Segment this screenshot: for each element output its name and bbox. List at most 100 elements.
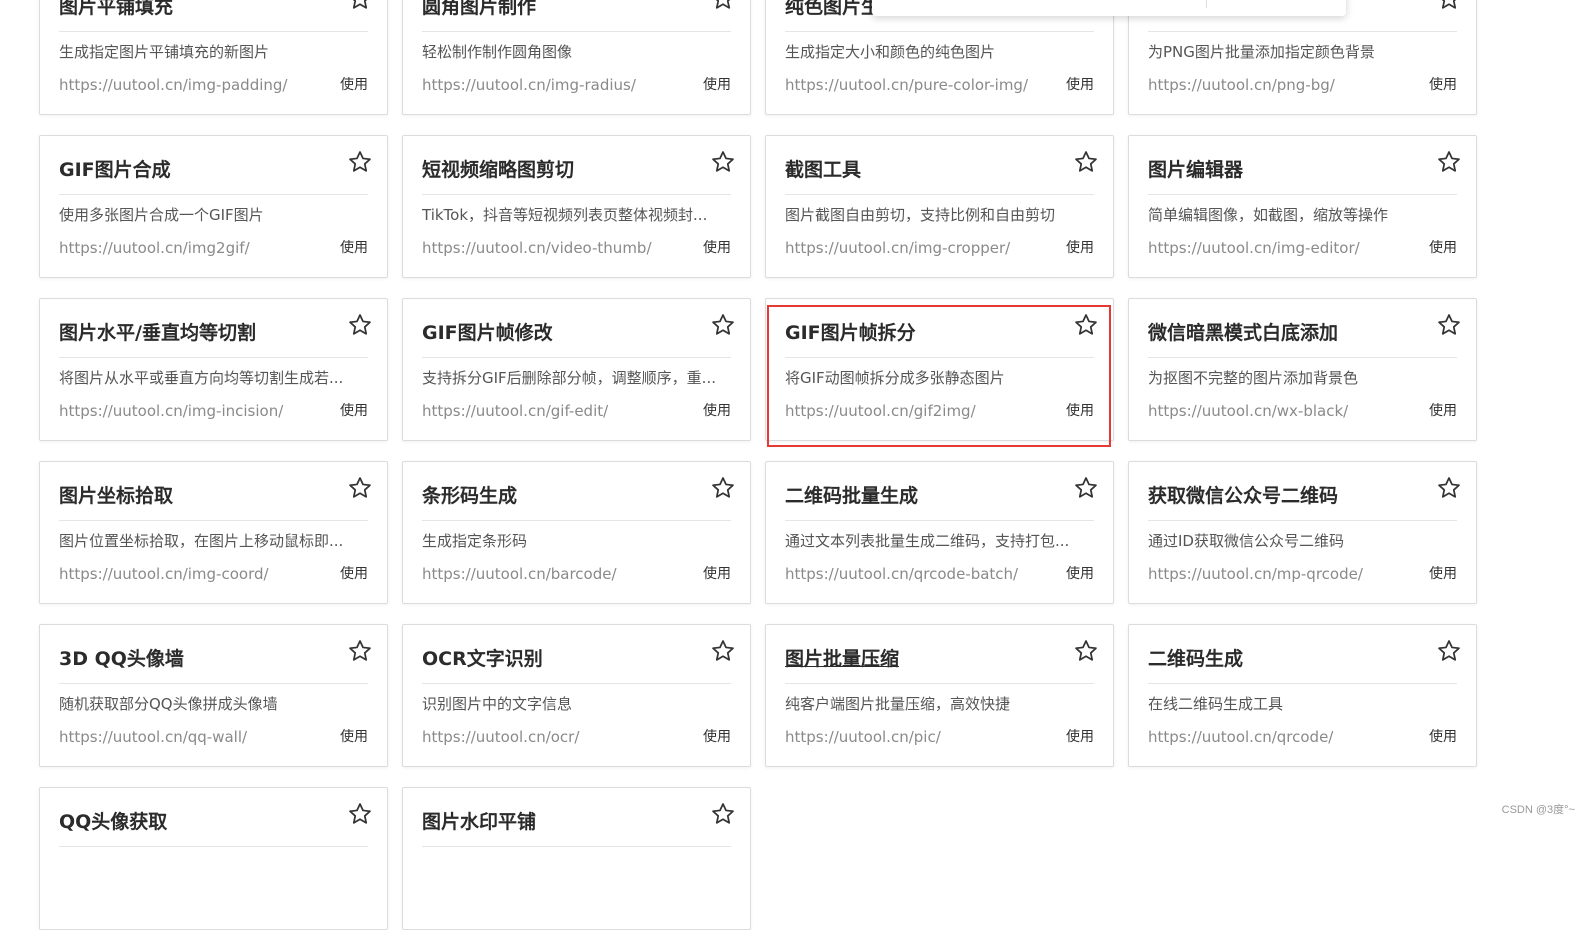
tool-card[interactable]: GIF图片合成 使用多张图片合成一个GIF图片 https://uutool.cn/… [39, 135, 388, 278]
tool-card-url[interactable]: https://uutool.cn/video-thumb/ [422, 239, 682, 257]
star-icon[interactable] [710, 149, 736, 175]
star-icon[interactable] [347, 475, 373, 501]
tool-card-url[interactable]: https://uutool.cn/img-coord/ [59, 565, 319, 583]
use-button[interactable]: 使用 [340, 726, 368, 746]
use-button[interactable]: 使用 [703, 74, 731, 94]
tool-card-url[interactable]: https://uutool.cn/gif-edit/ [422, 402, 682, 420]
tool-card-title[interactable]: QQ头像获取 [59, 807, 327, 834]
tool-card[interactable]: QQ头像获取 [39, 787, 388, 930]
star-icon[interactable] [710, 312, 736, 338]
use-button[interactable]: 使用 [703, 237, 731, 257]
use-button[interactable]: 使用 [340, 237, 368, 257]
tool-card-url[interactable]: https://uutool.cn/img-radius/ [422, 76, 682, 94]
use-button[interactable]: 使用 [703, 726, 731, 746]
use-button[interactable]: 使用 [1066, 237, 1094, 257]
tool-card-title[interactable]: 图片平铺填充 [59, 0, 327, 19]
use-button[interactable]: 使用 [340, 74, 368, 94]
star-icon[interactable] [347, 149, 373, 175]
tool-card-title[interactable]: OCR文字识别 [422, 644, 690, 671]
star-icon[interactable] [710, 0, 736, 12]
star-icon[interactable] [710, 801, 736, 827]
tool-card[interactable]: 图片坐标拾取 图片位置坐标拾取，在图片上移动鼠标即... https://uutoo… [39, 461, 388, 604]
tool-card[interactable]: 圆角图片制作 轻松制作制作圆角图像 https://uutool.cn/img-ra… [402, 0, 751, 115]
tool-card[interactable]: GIF图片帧修改 支持拆分GIF后删除部分帧，调整顺序，重... https://u… [402, 298, 751, 441]
tool-card[interactable]: GIF图片帧拆分 将GIF动图帧拆分成多张静态图片 https://uutool.c… [765, 298, 1114, 441]
use-button[interactable]: 使用 [340, 400, 368, 420]
tool-card-url[interactable]: https://uutool.cn/pic/ [785, 728, 1045, 746]
tool-card[interactable]: 图片批量压缩 纯客户端图片批量压缩，高效快捷 https://uutool.cn/p… [765, 624, 1114, 767]
tool-card-title[interactable]: 图片批量压缩 [785, 644, 1053, 671]
use-button[interactable]: 使用 [703, 400, 731, 420]
tool-card-url[interactable]: https://uutool.cn/wx-black/ [1148, 402, 1408, 420]
tool-card-url[interactable]: https://uutool.cn/barcode/ [422, 565, 682, 583]
tool-card[interactable]: 图片编辑器 简单编辑图像，如截图，缩放等操作 https://uutool.cn/i… [1128, 135, 1477, 278]
tool-card-title[interactable]: 条形码生成 [422, 481, 690, 508]
tool-card-url[interactable]: https://uutool.cn/qrcode/ [1148, 728, 1408, 746]
use-button[interactable]: 使用 [1066, 563, 1094, 583]
tool-card[interactable]: 二维码生成 在线二维码生成工具 https://uutool.cn/qrcode/使… [1128, 624, 1477, 767]
tool-card-title[interactable]: 图片水印平铺 [422, 807, 690, 834]
use-button[interactable]: 使用 [1429, 726, 1457, 746]
tool-card-title[interactable]: 图片水平/垂直均等切割 [59, 318, 327, 345]
tool-card-url[interactable]: https://uutool.cn/img-padding/ [59, 76, 319, 94]
star-icon[interactable] [347, 0, 373, 12]
tool-card-title[interactable]: 图片坐标拾取 [59, 481, 327, 508]
tool-card-title[interactable]: GIF图片帧修改 [422, 318, 690, 345]
use-button[interactable]: 使用 [1429, 237, 1457, 257]
use-button[interactable]: 使用 [1066, 726, 1094, 746]
use-button[interactable]: 使用 [1429, 400, 1457, 420]
tool-card[interactable]: 图片平铺填充 生成指定图片平铺填充的新图片 https://uutool.cn/im… [39, 0, 388, 115]
tool-card[interactable]: 微信暗黑模式白底添加 为抠图不完整的图片添加背景色 https://uutool.c… [1128, 298, 1477, 441]
tool-card[interactable]: 短视频缩略图剪切 TikTok，抖音等短视频列表页整体视频封... https://… [402, 135, 751, 278]
star-icon[interactable] [1073, 475, 1099, 501]
tool-card-url[interactable]: https://uutool.cn/pure-color-img/ [785, 76, 1045, 94]
tool-card[interactable]: 为PNG图片批量添加指定颜色背景 https://uutool.cn/png-bg… [1128, 0, 1477, 115]
tool-card-title[interactable]: 二维码生成 [1148, 644, 1416, 671]
tool-card-url[interactable]: https://uutool.cn/mp-qrcode/ [1148, 565, 1408, 583]
star-icon[interactable] [1073, 149, 1099, 175]
star-icon[interactable] [1436, 312, 1462, 338]
tool-card[interactable]: 图片水平/垂直均等切割 将图片从水平或垂直方向均等切割生成若... https://… [39, 298, 388, 441]
star-icon[interactable] [1436, 475, 1462, 501]
use-button[interactable]: 使用 [703, 563, 731, 583]
use-button[interactable]: 使用 [340, 563, 368, 583]
tool-card-url[interactable]: https://uutool.cn/img-incision/ [59, 402, 319, 420]
use-button[interactable]: 使用 [1429, 74, 1457, 94]
tool-card[interactable]: 图片水印平铺 [402, 787, 751, 930]
star-icon[interactable] [347, 638, 373, 664]
star-icon[interactable] [710, 475, 736, 501]
tool-card-url[interactable]: https://uutool.cn/ocr/ [422, 728, 682, 746]
tool-card-url[interactable]: https://uutool.cn/img-cropper/ [785, 239, 1045, 257]
tool-card-url[interactable]: https://uutool.cn/png-bg/ [1148, 76, 1408, 94]
star-icon[interactable] [1073, 638, 1099, 664]
tool-card[interactable]: 3D QQ头像墙 随机获取部分QQ头像拼成头像墙 https://uutool.cn… [39, 624, 388, 767]
tool-card[interactable]: OCR文字识别 识别图片中的文字信息 https://uutool.cn/ocr/使… [402, 624, 751, 767]
use-button[interactable]: 使用 [1066, 74, 1094, 94]
tool-card-title[interactable]: 截图工具 [785, 155, 1053, 182]
tool-card-title[interactable]: GIF图片帧拆分 [785, 318, 1053, 345]
tool-card-title[interactable]: GIF图片合成 [59, 155, 327, 182]
star-icon[interactable] [710, 638, 736, 664]
use-button[interactable]: 使用 [1066, 400, 1094, 420]
tool-card-title[interactable]: 微信暗黑模式白底添加 [1148, 318, 1416, 345]
tool-card-url[interactable]: https://uutool.cn/img2gif/ [59, 239, 319, 257]
tool-card[interactable]: 条形码生成 生成指定条形码 https://uutool.cn/barcode/使用 [402, 461, 751, 604]
tool-card-url[interactable]: https://uutool.cn/img-editor/ [1148, 239, 1408, 257]
tool-card-title[interactable]: 3D QQ头像墙 [59, 644, 327, 671]
tool-card[interactable]: 纯色图片生 生成指定大小和颜色的纯色图片 https://uutool.cn/pur… [765, 0, 1114, 115]
use-button[interactable]: 使用 [1429, 563, 1457, 583]
tool-card[interactable]: 二维码批量生成 通过文本列表批量生成二维码，支持打包... https://uuto… [765, 461, 1114, 604]
tool-card-url[interactable]: https://uutool.cn/gif2img/ [785, 402, 1045, 420]
star-icon[interactable] [1436, 638, 1462, 664]
tool-card-title[interactable]: 圆角图片制作 [422, 0, 690, 19]
tool-card-title[interactable]: 短视频缩略图剪切 [422, 155, 690, 182]
tool-card-title[interactable]: 二维码批量生成 [785, 481, 1053, 508]
tool-card-url[interactable]: https://uutool.cn/qrcode-batch/ [785, 565, 1045, 583]
tool-card-title[interactable]: 图片编辑器 [1148, 155, 1416, 182]
tool-card[interactable]: 获取微信公众号二维码 通过ID获取微信公众号二维码 https://uutool.c… [1128, 461, 1477, 604]
star-icon[interactable] [1436, 149, 1462, 175]
star-icon[interactable] [347, 801, 373, 827]
star-icon[interactable] [1436, 0, 1462, 12]
tool-card-title[interactable]: 获取微信公众号二维码 [1148, 481, 1416, 508]
star-icon[interactable] [1073, 312, 1099, 338]
